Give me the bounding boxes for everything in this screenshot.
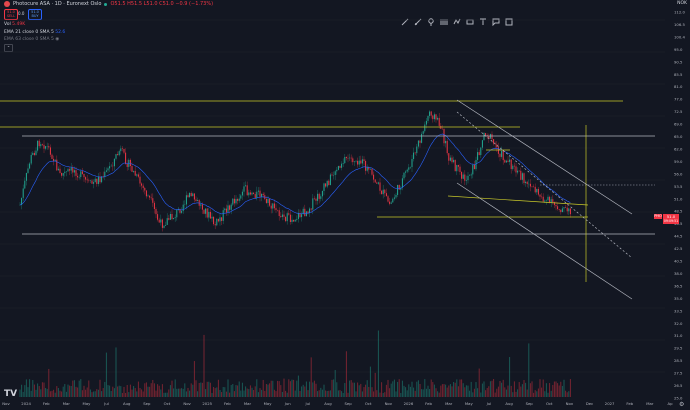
time-tick: Aug [505,401,513,406]
time-tick: Dec [586,401,593,406]
volume-bars [19,330,571,397]
time-tick: Feb [425,401,432,406]
price-tick: 44.5 [674,234,683,239]
time-tick: Sep [143,401,151,406]
price-tick: 31.0 [674,333,683,338]
time-tick: Feb [626,401,633,406]
price-tick: 26.5 [674,383,683,388]
price-tick: 25.0 [674,396,683,401]
price-tick: 32.0 [674,321,683,326]
price-tick: 35.0 [674,296,683,301]
price-tick: 53.5 [674,184,683,189]
time-tick: Sep [526,401,534,406]
tradingview-logo[interactable]: TV [4,389,17,399]
time-tick: May [83,401,92,406]
time-tick: Mar [244,401,252,406]
channel-line [456,182,633,300]
time-tick: 2027 [605,401,615,406]
time-tick: Mar [63,401,71,406]
time-tick: Nov [566,401,574,406]
time-tick: Mar [445,401,453,406]
time-tick: Aug [123,401,131,406]
level-line [447,195,589,206]
price-tick: 106.5 [674,22,685,27]
price-tick: 38.0 [674,271,683,276]
time-tick: Jun [284,401,292,406]
time-tick: Jul [305,401,311,406]
time-tick: Nov [385,401,393,406]
time-tick: Nov [2,401,10,406]
price-tick: 62.0 [674,146,683,151]
price-tick: 81.0 [674,84,683,89]
time-tick: Nov [183,401,191,406]
price-tick: 95.0 [674,47,683,52]
time-tick: 2025 [202,401,212,406]
time-tick: 2026 [404,401,414,406]
channel-line [456,111,633,259]
price-tick: 28.5 [674,358,683,363]
time-tick: Oct [365,401,372,406]
price-tick: 51.0 [674,196,683,201]
price-tick: 56.0 [674,171,683,176]
candlestick-series [19,110,571,232]
time-tick: Jul [486,401,492,406]
price-tick: 72.5 [674,109,683,114]
gear-icon[interactable]: ⚙ [679,401,686,408]
price-tick: 29.5 [674,346,683,351]
price-tick: 85.5 [674,72,683,77]
price-tick: 100.4 [674,34,685,39]
time-tick: Aug [324,401,332,406]
price-tick: 77.0 [674,97,683,102]
time-tick: May [465,401,474,406]
price-axis: 112.0 106.5 100.4 95.0 90.5 85.5 81.0 77.0 72.5 6… [674,10,685,401]
ticker-badge: PHO [654,214,662,219]
price-tick: 69.0 [674,122,683,127]
price-tick: 90.5 [674,59,683,64]
time-tick: Oct [164,401,171,406]
price-tick: 65.0 [674,134,683,139]
ema-line [19,133,571,215]
time-tick: Mar [646,401,654,406]
price-tick: 48.5 [674,209,683,214]
price-tick: 40.5 [674,259,683,264]
time-axis: Nov 2024 Feb Mar May Jul Aug Sep Oct Nov 2025 Feb Ma… [2,401,673,406]
price-tick: 27.5 [674,371,683,376]
price-chart[interactable]: 112.0 106.5 100.4 95.0 90.5 85.5 81.0 77.0 72.5 6… [0,0,690,410]
channel-line [456,99,633,215]
countdown-badge: 09:09:51 [663,219,679,224]
price-tick: 42.5 [674,246,683,251]
time-tick: Oct [546,401,553,406]
price-tick: 36.5 [674,283,683,288]
time-tick: Feb [224,401,231,406]
price-tick: 112.0 [674,10,685,15]
time-tick: May [264,401,273,406]
time-tick: Feb [43,401,50,406]
time-tick: Jul [103,401,109,406]
time-tick: Sep [344,401,352,406]
price-tick: 33.5 [674,308,683,313]
time-tick: 2024 [21,401,31,406]
time-tick: Ap [667,401,673,406]
price-tick: 59.0 [674,159,683,164]
